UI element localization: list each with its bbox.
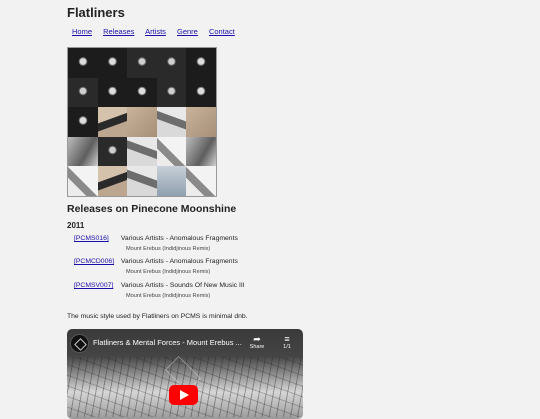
release-cover-thumbnail[interactable]: [68, 107, 98, 137]
release-cover-thumbnail[interactable]: [68, 77, 98, 108]
release-cover-thumbnail[interactable]: [68, 166, 98, 196]
release-cover-thumbnail[interactable]: [156, 107, 187, 137]
share-button[interactable]: ➦ Share: [246, 334, 268, 350]
releases-heading: Releases on Pinecone Moonshine: [67, 203, 237, 215]
playlist-count: 1/1: [283, 344, 291, 350]
playlist-button[interactable]: ≡ 1/1: [278, 334, 296, 350]
release-catalog-link[interactable]: [PCMS016]: [74, 235, 119, 242]
nav-contact[interactable]: Contact: [209, 27, 235, 36]
release-item: [PCMSV007] Various Artists - Sounds Of N…: [74, 282, 245, 299]
release-catalog-link[interactable]: [PCMSV007]: [74, 282, 119, 289]
nav-releases[interactable]: Releases: [103, 27, 134, 36]
release-cover-thumbnail[interactable]: [127, 48, 157, 78]
release-cover-thumbnail[interactable]: [97, 136, 128, 167]
release-catalog-link[interactable]: [PCMCD006]: [74, 258, 119, 265]
video-title[interactable]: Flatliners & Mental Forces - Mount Erebu…: [93, 338, 242, 347]
nav-genre[interactable]: Genre: [177, 27, 198, 36]
release-cover-thumbnail[interactable]: [186, 77, 216, 108]
release-cover-thumbnail[interactable]: [186, 136, 216, 167]
release-cover-grid: [67, 47, 217, 197]
share-label: Share: [249, 344, 265, 350]
release-cover-thumbnail[interactable]: [127, 136, 157, 167]
release-item: [PCMS016] Various Artists - Anomalous Fr…: [74, 235, 238, 252]
release-info: Various Artists - Anomalous Fragments: [120, 235, 238, 242]
release-cover-thumbnail[interactable]: [68, 48, 98, 78]
year-heading: 2011: [67, 221, 85, 230]
release-cover-thumbnail[interactable]: [186, 166, 216, 196]
play-button[interactable]: [169, 385, 198, 405]
playlist-icon: ≡: [284, 334, 290, 344]
release-cover-thumbnail[interactable]: [97, 77, 128, 108]
release-cover-thumbnail[interactable]: [156, 48, 187, 78]
release-cover-thumbnail[interactable]: [97, 107, 128, 137]
release-cover-thumbnail[interactable]: [156, 77, 187, 108]
music-style-note: The music style used by Flatliners on PC…: [67, 313, 248, 320]
release-cover-thumbnail[interactable]: [97, 166, 128, 196]
nav-home[interactable]: Home: [72, 27, 92, 36]
release-track: Mount Erebus (Indidjinous Remix): [126, 269, 211, 275]
release-cover-thumbnail[interactable]: [127, 77, 157, 108]
channel-logo-icon[interactable]: [70, 334, 89, 353]
release-cover-thumbnail[interactable]: [156, 136, 187, 167]
release-cover-thumbnail[interactable]: [68, 136, 98, 167]
release-cover-thumbnail[interactable]: [127, 107, 157, 137]
nav-artists[interactable]: Artists: [145, 27, 166, 36]
site-title: Flatliners: [67, 5, 125, 20]
release-cover-thumbnail[interactable]: [186, 107, 216, 137]
share-icon: ➦: [253, 334, 261, 344]
main-nav: Home Releases Artists Genre Contact: [72, 27, 244, 36]
video-embed[interactable]: Flatliners & Mental Forces - Mount Erebu…: [67, 329, 303, 419]
release-info: Various Artists - Sounds Of New Music II…: [120, 282, 245, 289]
release-track: Mount Erebus (Indidjinous Remix): [126, 293, 211, 299]
release-cover-thumbnail[interactable]: [97, 48, 128, 78]
release-item: [PCMCD006] Various Artists - Anomalous F…: [74, 258, 238, 275]
release-track: Mount Erebus (Indidjinous Remix): [126, 246, 211, 252]
release-info: Various Artists - Anomalous Fragments: [120, 258, 238, 265]
release-cover-thumbnail[interactable]: [156, 166, 187, 196]
release-cover-thumbnail[interactable]: [186, 48, 216, 78]
release-cover-thumbnail[interactable]: [127, 166, 157, 196]
